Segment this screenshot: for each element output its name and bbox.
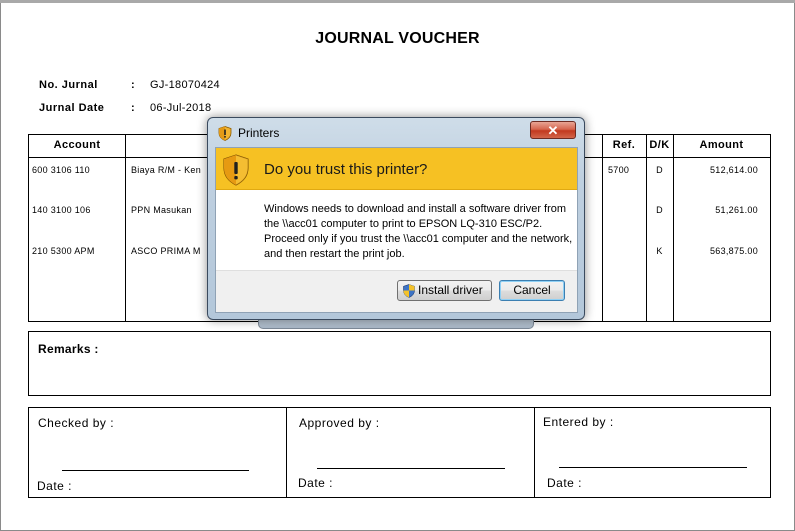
row-3-description: ASCO PRIMA M — [131, 246, 201, 256]
no-jurnal-colon: : — [131, 79, 135, 91]
row-2-description: PPN Masukan — [131, 205, 192, 215]
signature-section: Checked by : Date : Approved by : Date :… — [28, 407, 771, 498]
row-1-amount: 512,614.00 — [709, 165, 758, 175]
header-ref: Ref. — [612, 139, 636, 151]
row-3-account: 210 5300 APM — [32, 246, 95, 256]
shield-warning-icon — [223, 154, 249, 186]
warning-banner: Do you trust this printer? — [216, 148, 577, 190]
jurnal-date-value: 06-Jul-2018 — [150, 102, 212, 114]
cancel-button[interactable]: Cancel — [499, 280, 565, 301]
col-divider — [673, 135, 674, 321]
dialog-button-bar: Install driver Cancel — [216, 270, 577, 312]
shield-warning-icon — [218, 126, 232, 141]
signature-divider — [286, 408, 287, 497]
entered-by-signature-line — [559, 467, 747, 468]
row-1-dk: D — [656, 165, 663, 175]
no-jurnal-value: GJ-18070424 — [150, 79, 220, 91]
col-divider — [125, 135, 126, 321]
entered-by-label: Entered by : — [543, 415, 614, 429]
row-2-amount: 51,261.00 — [715, 205, 758, 215]
row-1-ref: 5700 — [608, 165, 630, 175]
jurnal-date-label: Jurnal Date — [39, 102, 105, 114]
row-2-dk: D — [656, 205, 663, 215]
page-title: JOURNAL VOUCHER — [315, 30, 480, 47]
close-icon: ✕ — [547, 123, 559, 138]
approved-by-date-label: Date : — [298, 476, 334, 490]
checked-by-signature-line — [62, 470, 249, 471]
header-account: Account — [53, 139, 101, 151]
no-jurnal-label: No. Jurnal — [39, 79, 98, 91]
close-button[interactable]: ✕ — [530, 121, 576, 139]
col-divider — [602, 135, 603, 321]
printer-trust-dialog: Printers ✕ Do you trust this printer? Wi… — [207, 117, 585, 320]
row-3-amount: 563,875.00 — [709, 246, 758, 256]
row-1-account: 600 3106 110 — [32, 165, 90, 175]
entered-by-date-label: Date : — [547, 476, 583, 490]
checked-by-date-label: Date : — [37, 479, 73, 493]
dialog-content: Do you trust this printer? Windows needs… — [215, 147, 578, 313]
row-1-description: Biaya R/M - Ken — [131, 165, 202, 175]
header-dk: D/K — [649, 139, 670, 151]
signature-divider — [534, 408, 535, 497]
header-amount: Amount — [699, 139, 744, 151]
approved-by-label: Approved by : — [299, 416, 380, 430]
dialog-heading: Do you trust this printer? — [264, 161, 428, 178]
window-top-edge — [0, 0, 795, 3]
dialog-title: Printers — [238, 126, 280, 140]
checked-by-label: Checked by : — [38, 416, 115, 430]
jurnal-date-colon: : — [131, 102, 135, 114]
col-divider — [646, 135, 647, 321]
uac-shield-icon — [403, 284, 415, 298]
row-3-dk: K — [656, 246, 663, 256]
approved-by-signature-line — [317, 468, 505, 469]
remarks-label: Remarks : — [38, 342, 99, 356]
install-driver-label: Install driver — [418, 283, 483, 297]
install-driver-button[interactable]: Install driver — [397, 280, 492, 301]
remarks-box: Remarks : — [28, 331, 771, 396]
dialog-message: Windows needs to download and install a … — [264, 203, 573, 260]
row-2-account: 140 3100 106 — [32, 205, 91, 215]
